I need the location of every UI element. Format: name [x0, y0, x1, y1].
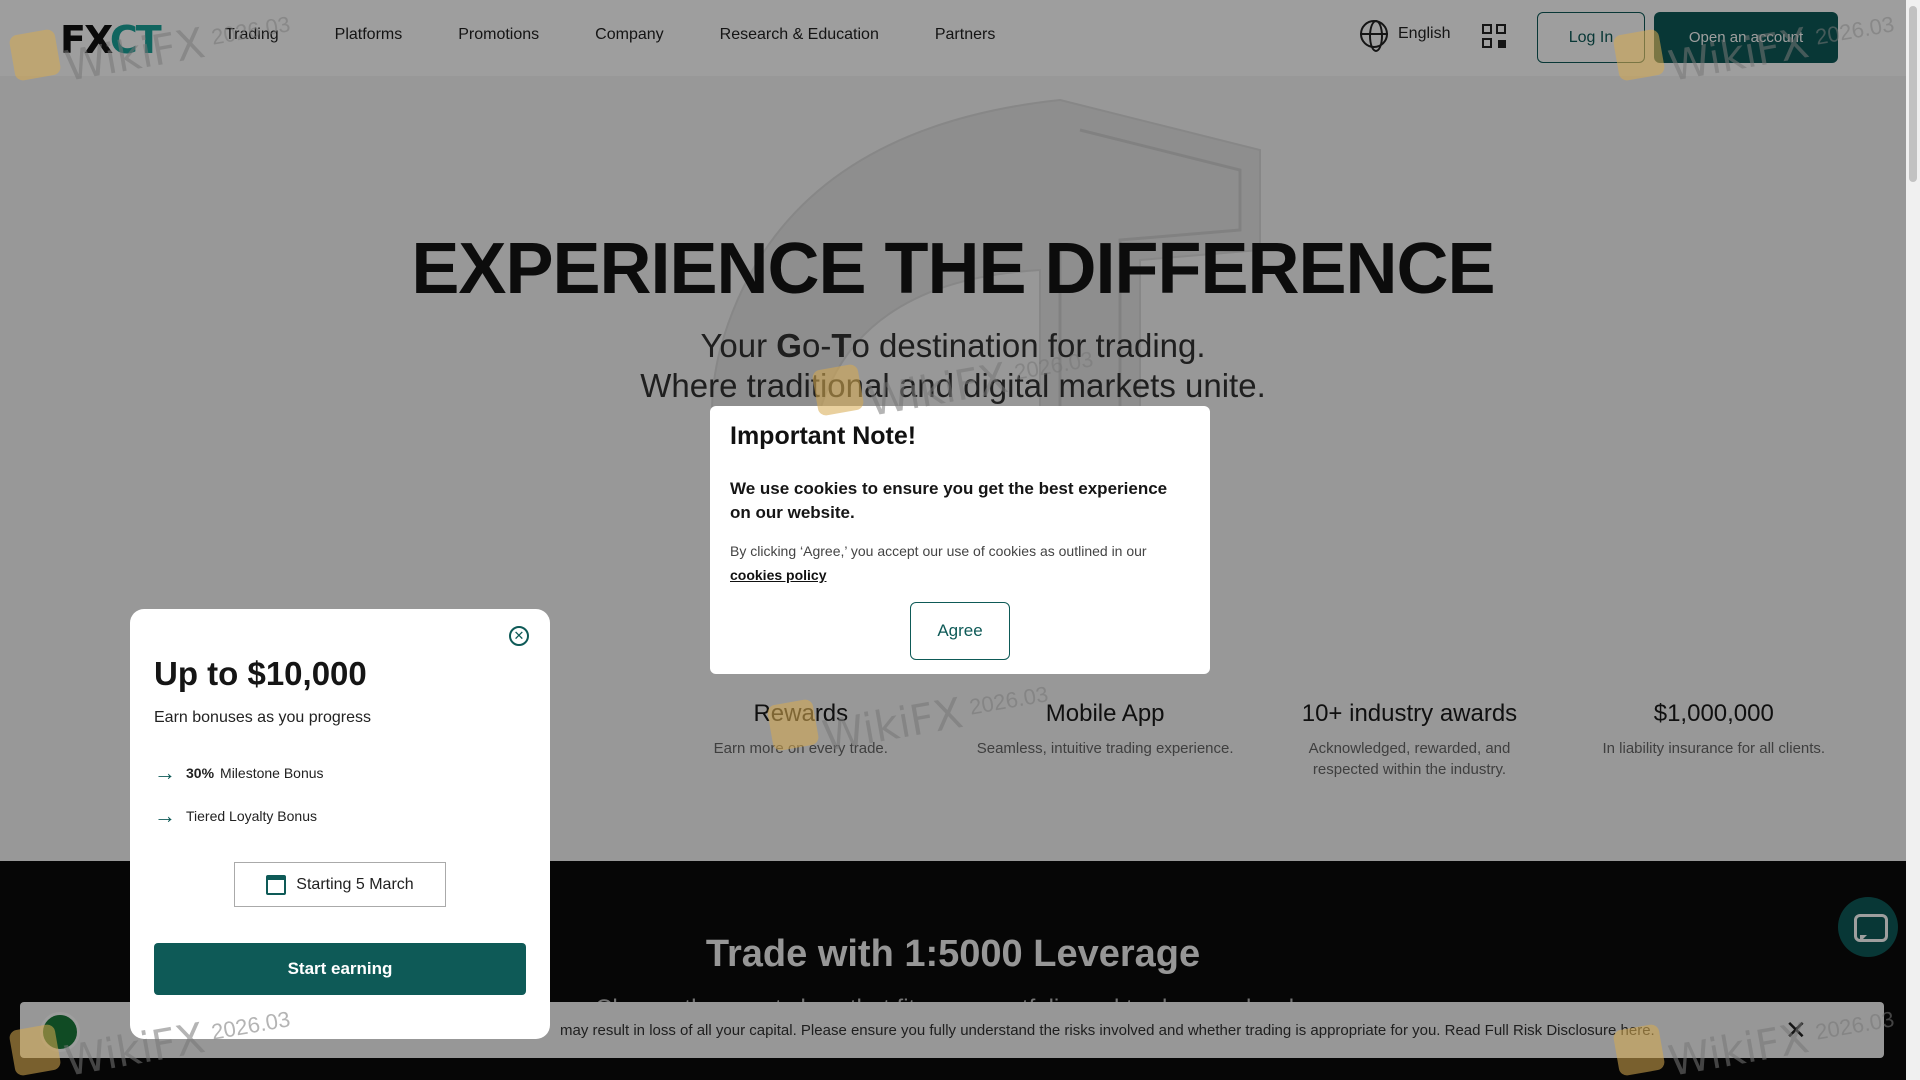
- cookie-modal: Important Note! We use cookies to ensure…: [710, 406, 1210, 674]
- promo-start-date: Starting 5 March: [234, 862, 446, 907]
- scrollbar-thumb[interactable]: [1909, 6, 1917, 182]
- promo-subtitle: Earn bonuses as you progress: [154, 709, 372, 726]
- modal-body: We use cookies to ensure you get the bes…: [730, 479, 1168, 522]
- promo-title: Up to $10,000: [154, 655, 367, 692]
- promo-item: → 30% Milestone Bonus: [154, 760, 324, 785]
- close-icon[interactable]: ✕: [509, 626, 529, 646]
- arrow-right-icon: →: [154, 803, 176, 828]
- modal-note: By clicking ‘Agree,’ you accept our use …: [730, 543, 1147, 583]
- cookies-policy-link[interactable]: cookies policy: [730, 567, 826, 583]
- modal-title: Important Note!: [730, 422, 917, 450]
- page-scrollbar[interactable]: [1906, 0, 1920, 1080]
- start-earning-button[interactable]: Start earning: [154, 943, 526, 995]
- promo-item: → Tiered Loyalty Bonus: [154, 803, 317, 828]
- calendar-icon: [266, 874, 287, 895]
- agree-button[interactable]: Agree: [910, 602, 1010, 660]
- promo-popup: ✕ Up to $10,000 Earn bonuses as you prog…: [130, 609, 550, 1039]
- arrow-right-icon: →: [154, 760, 176, 785]
